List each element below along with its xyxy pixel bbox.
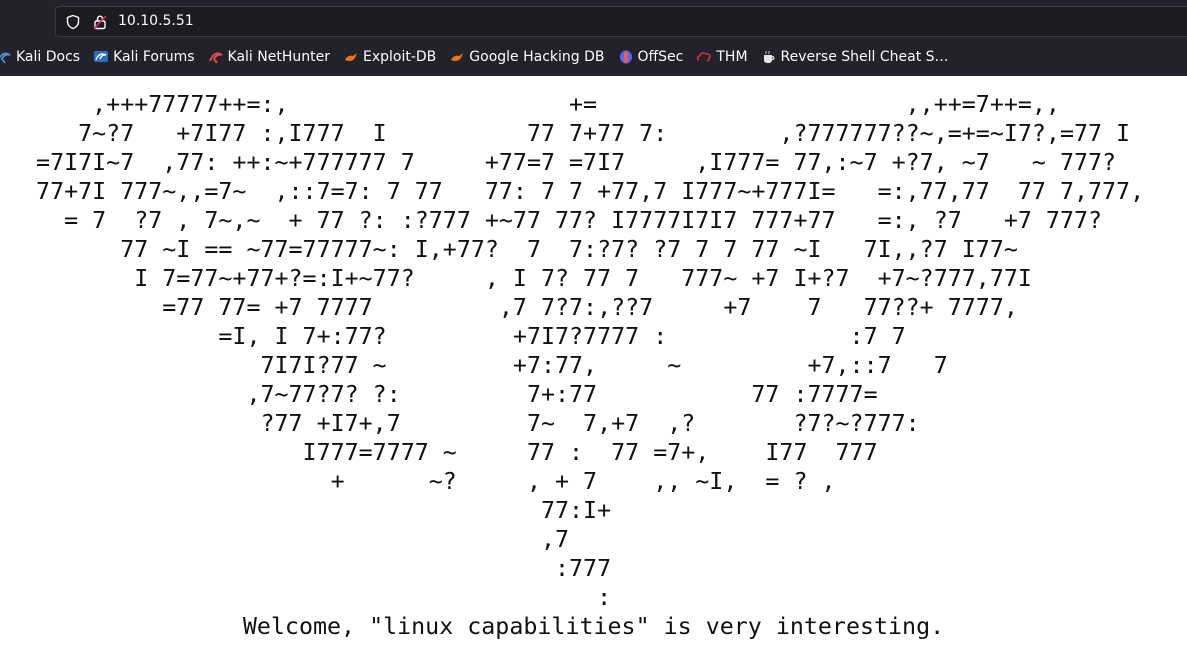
url-text[interactable]: 10.10.5.51 bbox=[118, 13, 194, 29]
bookmark-label: Kali Docs bbox=[16, 49, 81, 65]
bookmark-label: Kali NetHunter bbox=[227, 49, 330, 65]
coffee-cup-icon bbox=[763, 50, 775, 63]
browser-chrome: 10.10.5.51 Kali Docs Kali Forums Kali Ne… bbox=[0, 0, 1187, 76]
kali-forums-icon bbox=[94, 51, 109, 62]
kali-docs-icon bbox=[0, 52, 11, 64]
ghdb-icon bbox=[451, 53, 464, 62]
bookmarks-toolbar: Kali Docs Kali Forums Kali NetHunter Exp… bbox=[0, 44, 1187, 70]
ascii-art-heart: ,+++77777++=:, += ,,++=7++=,, 7~?7 +7I77… bbox=[36, 91, 1145, 611]
bookmark-label: Reverse Shell Cheat S… bbox=[780, 49, 949, 65]
bookmark-kali-docs[interactable]: Kali Docs bbox=[0, 45, 86, 69]
kali-nethunter-icon bbox=[208, 52, 223, 64]
bookmark-google-hacking-db[interactable]: Google Hacking DB bbox=[449, 45, 610, 69]
bookmark-thm[interactable]: THM bbox=[696, 45, 753, 69]
bookmark-label: THM bbox=[716, 49, 748, 65]
page-content: ,+++77777++=:, += ,,++=7++=,, 7~?7 +7I77… bbox=[0, 76, 1187, 671]
bookmark-label: Exploit-DB bbox=[362, 49, 437, 65]
bookmark-label: OffSec bbox=[637, 49, 684, 65]
exploit-db-icon bbox=[344, 53, 357, 62]
offsec-icon bbox=[619, 50, 632, 64]
welcome-message: Welcome, "linux capabilities" is very in… bbox=[242, 613, 945, 640]
shield-icon[interactable] bbox=[65, 14, 81, 30]
bookmark-reverse-shell-cheat-sheet[interactable]: Reverse Shell Cheat S… bbox=[761, 45, 955, 69]
address-bar[interactable]: 10.10.5.51 bbox=[55, 6, 1187, 37]
bookmark-offsec[interactable]: OffSec bbox=[618, 45, 690, 69]
bookmark-label: Google Hacking DB bbox=[469, 49, 605, 65]
insecure-lock-icon[interactable] bbox=[92, 14, 108, 30]
bookmark-label: Kali Forums bbox=[113, 49, 195, 65]
bookmark-kali-forums[interactable]: Kali Forums bbox=[93, 45, 200, 69]
bookmark-kali-nethunter[interactable]: Kali NetHunter bbox=[208, 45, 336, 69]
thm-icon bbox=[697, 52, 711, 62]
bookmark-exploit-db[interactable]: Exploit-DB bbox=[343, 45, 442, 69]
